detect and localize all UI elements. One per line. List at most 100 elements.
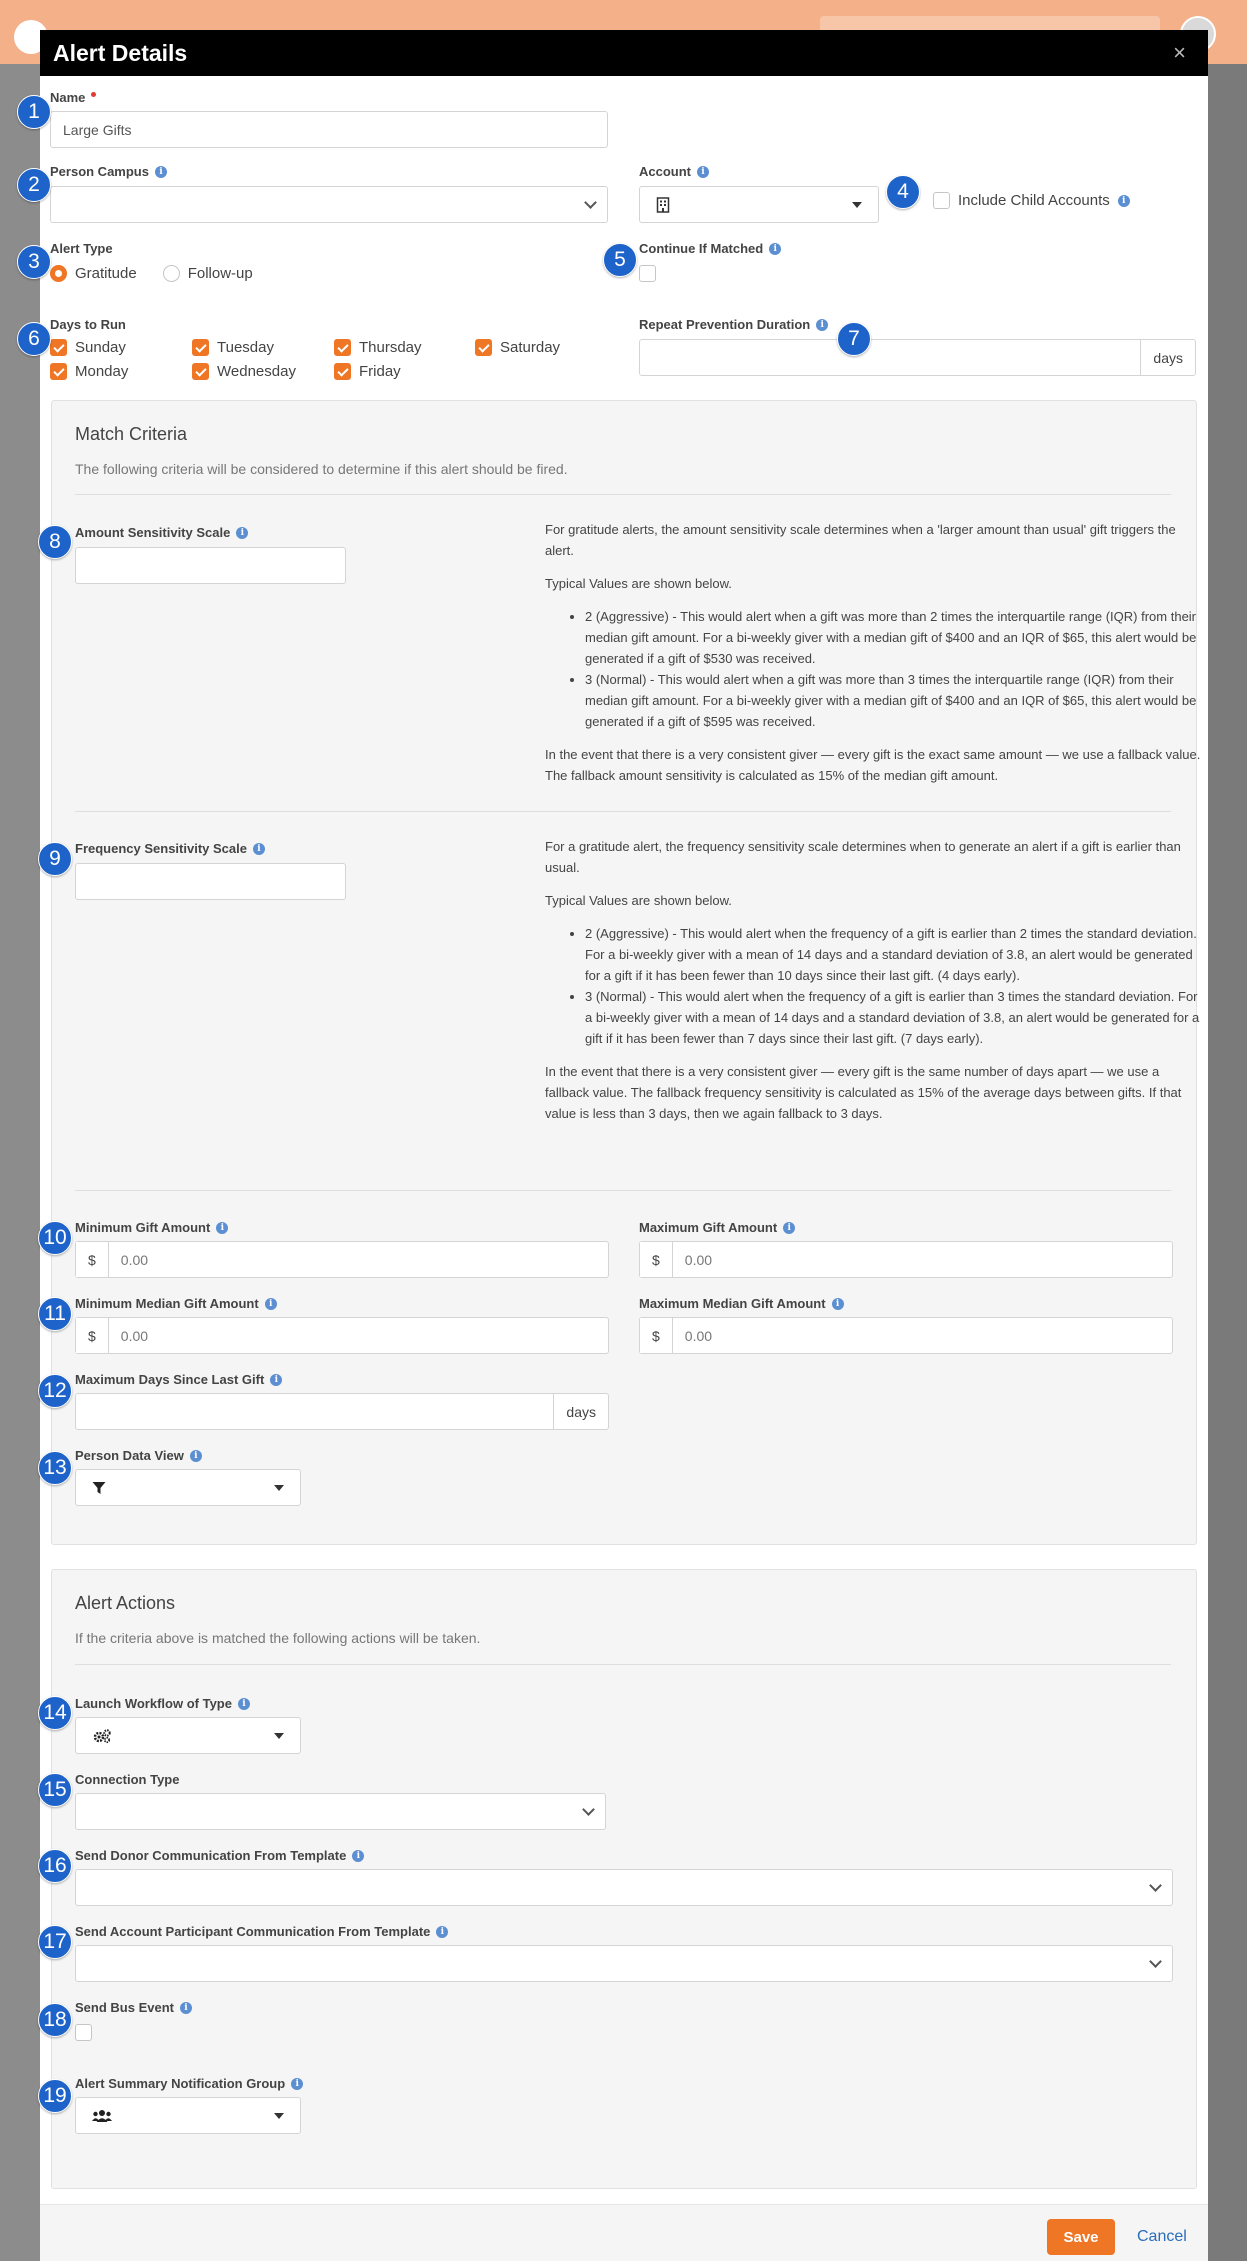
- radio-label: Gratitude: [75, 265, 137, 282]
- max-days-input-group: days: [75, 1393, 609, 1430]
- info-icon[interactable]: i: [154, 165, 167, 178]
- callout-badge-11: 11: [38, 1297, 72, 1331]
- continue-if-matched-checkbox[interactable]: [639, 265, 656, 282]
- filter-icon: [92, 1481, 106, 1494]
- alert-type-gratitude[interactable]: Gratitude: [50, 265, 137, 282]
- donor-communication-select[interactable]: [75, 1869, 1173, 1906]
- help-bullet-aggressive: 2 (Aggressive) - This would alert when t…: [585, 923, 1205, 986]
- day-checkbox[interactable]: [334, 363, 351, 380]
- alert-type-follow-up[interactable]: Follow-up: [162, 265, 253, 282]
- modal-footer: Save Cancel: [40, 2204, 1208, 2261]
- alert-type-label: Alert Type: [50, 241, 113, 256]
- info-icon[interactable]: i: [769, 242, 782, 255]
- info-icon[interactable]: i: [831, 1297, 844, 1310]
- currency-prefix: $: [640, 1242, 673, 1277]
- day-label: Wednesday: [217, 363, 296, 380]
- donor-communication-label: Send Donor Communication From Template i: [75, 1848, 365, 1863]
- max-gift-input-group: $0.00: [639, 1241, 1173, 1278]
- include-child-accounts-checkbox[interactable]: [933, 192, 950, 209]
- day-checkbox[interactable]: [50, 339, 67, 356]
- info-icon[interactable]: i: [1117, 194, 1130, 207]
- app-sidebar-background: [0, 64, 40, 2261]
- max-gift-input[interactable]: 0.00: [673, 1242, 1172, 1277]
- radio-selected[interactable]: [50, 265, 67, 282]
- help-intro: For gratitude alerts, the amount sensiti…: [545, 522, 1176, 558]
- callout-badge-17: 17: [38, 1925, 72, 1959]
- info-icon[interactable]: i: [216, 1221, 229, 1234]
- day-checkbox[interactable]: [50, 363, 67, 380]
- send-bus-event-checkbox[interactable]: [75, 2024, 92, 2041]
- info-icon[interactable]: i: [264, 1297, 277, 1310]
- info-icon[interactable]: i: [189, 1449, 202, 1462]
- donor-communication-label-text: Send Donor Communication From Template: [75, 1848, 347, 1863]
- person-data-view-picker[interactable]: [75, 1469, 301, 1506]
- gears-icon: [93, 1728, 111, 1743]
- day-sunday[interactable]: Sunday: [50, 339, 126, 356]
- max-days-input[interactable]: [76, 1394, 553, 1429]
- info-icon[interactable]: i: [179, 2001, 192, 2014]
- days-to-run-label: Days to Run: [50, 317, 126, 332]
- day-monday[interactable]: Monday: [50, 363, 128, 380]
- person-data-view-label-text: Person Data View: [75, 1448, 184, 1463]
- day-label: Saturday: [500, 339, 561, 356]
- include-child-accounts[interactable]: Include Child Accounts i: [933, 192, 1130, 209]
- callout-badge-12: 12: [38, 1374, 72, 1408]
- callout-badge-19: 19: [38, 2079, 72, 2113]
- max-days-label-text: Maximum Days Since Last Gift: [75, 1372, 265, 1387]
- amount-sensitivity-input[interactable]: [75, 547, 346, 584]
- info-icon[interactable]: i: [783, 1221, 796, 1234]
- max-median-input-group: $0.00: [639, 1317, 1173, 1354]
- info-icon[interactable]: i: [816, 318, 829, 331]
- info-icon[interactable]: i: [436, 1925, 449, 1938]
- day-saturday[interactable]: Saturday: [475, 339, 560, 356]
- frequency-sensitivity-input[interactable]: [75, 863, 346, 900]
- save-button[interactable]: Save: [1047, 2219, 1115, 2255]
- participant-communication-select[interactable]: [75, 1945, 1173, 1982]
- callout-badge-3: 3: [17, 245, 51, 279]
- min-gift-input[interactable]: 0.00: [109, 1242, 608, 1277]
- min-gift-label-text: Minimum Gift Amount: [75, 1220, 211, 1235]
- callout-badge-9: 9: [38, 842, 72, 876]
- cancel-link[interactable]: Cancel: [1137, 2228, 1187, 2246]
- info-icon[interactable]: i: [270, 1373, 283, 1386]
- person-campus-label-text: Person Campus: [50, 164, 149, 179]
- chevron-down-icon: [584, 195, 597, 209]
- info-icon[interactable]: i: [252, 842, 265, 855]
- day-checkbox[interactable]: [334, 339, 351, 356]
- divider: [75, 811, 1171, 812]
- help-bullet-aggressive: 2 (Aggressive) - This would alert when a…: [585, 606, 1205, 669]
- continue-if-matched-label: Continue If Matched i: [639, 241, 782, 256]
- send-bus-event-checkbox-wrap: [75, 2024, 92, 2046]
- info-icon[interactable]: i: [291, 2077, 304, 2090]
- info-icon[interactable]: i: [236, 526, 249, 539]
- day-thursday[interactable]: Thursday: [334, 339, 422, 356]
- max-median-input[interactable]: 0.00: [673, 1318, 1172, 1353]
- day-wednesday[interactable]: Wednesday: [192, 363, 296, 380]
- day-tuesday[interactable]: Tuesday: [192, 339, 274, 356]
- day-checkbox[interactable]: [475, 339, 492, 356]
- help-typical: Typical Values are shown below.: [545, 893, 732, 908]
- match-criteria-subtitle: The following criteria will be considere…: [75, 461, 568, 477]
- summary-group-picker[interactable]: [75, 2097, 301, 2134]
- info-icon[interactable]: i: [697, 165, 709, 178]
- workflow-type-picker[interactable]: [75, 1717, 301, 1754]
- callout-badge-16: 16: [38, 1849, 72, 1883]
- min-median-input[interactable]: 0.00: [109, 1318, 608, 1353]
- info-icon[interactable]: i: [352, 1849, 365, 1862]
- day-checkbox[interactable]: [192, 339, 209, 356]
- repeat-prevention-input[interactable]: [640, 340, 1140, 375]
- connection-type-label: Connection Type: [75, 1772, 180, 1787]
- divider: [75, 1190, 1171, 1191]
- close-icon[interactable]: ×: [1173, 40, 1186, 66]
- name-input[interactable]: Large Gifts: [50, 111, 608, 148]
- min-gift-label: Minimum Gift Amount i: [75, 1220, 229, 1235]
- day-checkbox[interactable]: [192, 363, 209, 380]
- info-icon[interactable]: i: [237, 1697, 250, 1710]
- callout-badge-10: 10: [38, 1221, 72, 1255]
- person-campus-select[interactable]: [50, 186, 608, 223]
- day-friday[interactable]: Friday: [334, 363, 401, 380]
- radio-unselected[interactable]: [162, 265, 180, 282]
- divider: [75, 494, 1171, 495]
- connection-type-select[interactable]: [75, 1793, 606, 1830]
- account-picker[interactable]: [639, 186, 879, 223]
